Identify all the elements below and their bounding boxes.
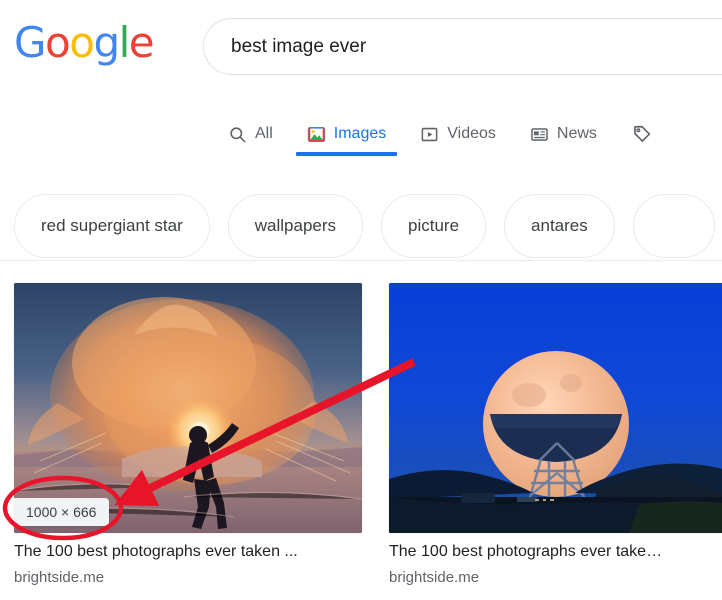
google-images-search-results-page: Google best image ever All Images Videos… bbox=[0, 0, 722, 600]
images-icon bbox=[307, 125, 326, 144]
result-thumbnail[interactable] bbox=[389, 283, 722, 533]
logo-letter-1: o bbox=[45, 18, 71, 67]
chip-red-supergiant-star[interactable]: red supergiant star bbox=[14, 194, 210, 258]
image-size-badge: 1000 × 666 bbox=[14, 498, 110, 526]
chip-picture[interactable]: picture bbox=[381, 194, 487, 258]
search-input[interactable]: best image ever bbox=[204, 36, 366, 58]
tab-all-label: All bbox=[255, 125, 273, 142]
hot-water-freezing-sunset-photo bbox=[14, 283, 362, 533]
chip-label: wallpapers bbox=[254, 216, 337, 235]
moon-behind-radio-telescope-photo bbox=[389, 283, 722, 533]
logo-letter-2: o bbox=[69, 18, 95, 67]
video-icon bbox=[420, 125, 439, 144]
chip-label: antares bbox=[531, 216, 588, 235]
search-icon bbox=[228, 125, 247, 144]
tabbar-divider bbox=[0, 260, 722, 261]
logo-letter-3: g bbox=[93, 18, 120, 67]
chip-label: red supergiant star bbox=[41, 216, 183, 235]
page-header: Google best image ever bbox=[0, 0, 722, 95]
chip-label: picture bbox=[408, 216, 460, 235]
search-box[interactable]: best image ever bbox=[203, 18, 722, 75]
result-title[interactable]: The 100 best photographs ever taken ... bbox=[14, 542, 362, 563]
active-tab-underline bbox=[295, 152, 398, 156]
search-vertical-tabs: All Images Videos News bbox=[0, 104, 722, 261]
logo-letter-4: l bbox=[118, 18, 131, 67]
related-search-chips: red supergiant star wallpapers picture a… bbox=[0, 192, 722, 260]
news-icon bbox=[530, 125, 549, 144]
chip-wallpapers[interactable]: wallpapers bbox=[227, 194, 364, 258]
chip-next-partial[interactable] bbox=[632, 194, 715, 258]
tab-all[interactable]: All bbox=[228, 104, 273, 156]
tab-shopping[interactable] bbox=[631, 104, 660, 156]
result-title[interactable]: The 100 best photographs ever take… bbox=[389, 542, 722, 563]
result-thumbnail[interactable]: 1000 × 666 bbox=[14, 283, 362, 533]
image-size-text: 1000 × 666 bbox=[26, 504, 97, 520]
google-logo[interactable]: Google bbox=[14, 18, 155, 67]
logo-letter-5: e bbox=[128, 18, 155, 67]
logo-letter-0: G bbox=[14, 18, 47, 67]
tab-videos-label: Videos bbox=[447, 125, 496, 142]
tab-images[interactable]: Images bbox=[295, 104, 398, 156]
tab-images-label: Images bbox=[333, 125, 387, 142]
image-results-grid: 1000 × 666 The 100 best photographs ever… bbox=[14, 283, 722, 586]
chip-antares[interactable]: antares bbox=[504, 194, 615, 258]
tab-news[interactable]: News bbox=[530, 104, 597, 156]
image-result-card[interactable]: 1000 × 666 The 100 best photographs ever… bbox=[14, 283, 362, 586]
image-result-card[interactable]: The 100 best photographs ever take… brig… bbox=[389, 283, 722, 586]
tab-news-label: News bbox=[556, 125, 597, 142]
shopping-tag-icon bbox=[631, 124, 652, 145]
tab-videos[interactable]: Videos bbox=[420, 104, 496, 156]
result-source[interactable]: brightside.me bbox=[389, 569, 722, 586]
result-source[interactable]: brightside.me bbox=[14, 569, 362, 586]
